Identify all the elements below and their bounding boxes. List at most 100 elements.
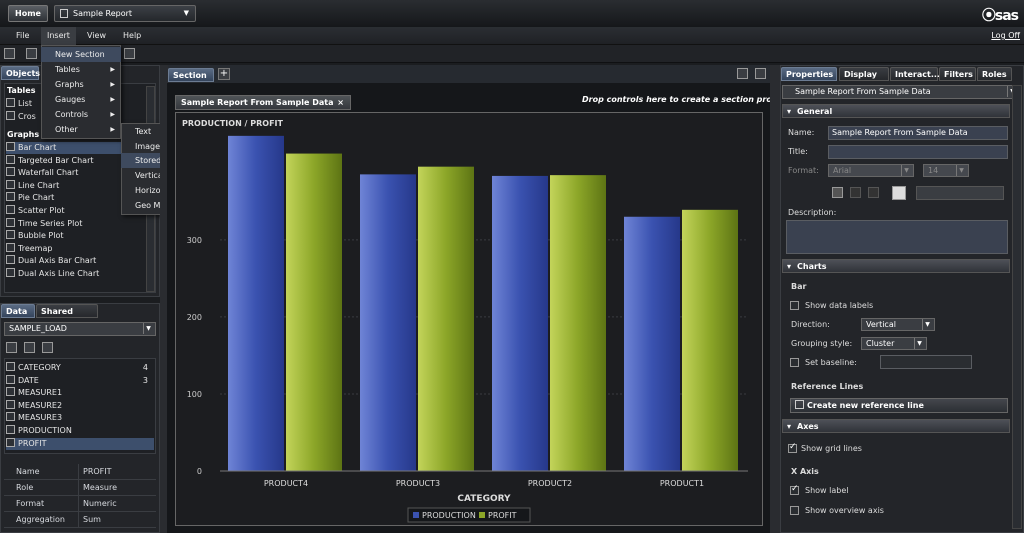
property-row: Role Measure [4, 480, 156, 496]
chart-type-icon [6, 179, 15, 189]
tab-shared-rules[interactable]: Shared Rules [36, 304, 98, 330]
bold-icon[interactable] [832, 187, 843, 198]
color-picker-icon[interactable] [892, 186, 906, 200]
bar-profit [550, 175, 606, 471]
list-item[interactable]: Cros [6, 111, 36, 123]
underline-icon[interactable] [868, 187, 879, 198]
sas-logo: ⦿sas [981, 8, 1019, 24]
open-icon[interactable] [26, 48, 37, 59]
insert-menu-item[interactable]: Controls ▶ [41, 107, 121, 122]
data-item[interactable]: CATEGORY 4 [6, 362, 154, 374]
property-key: Format [16, 499, 45, 508]
title-field[interactable] [828, 145, 1008, 159]
data-item[interactable]: MEASURE2 [6, 399, 154, 412]
create-reference-line-button[interactable]: Create new reference line [790, 398, 1008, 413]
section-charts[interactable]: Charts [782, 259, 1010, 274]
baseline-field[interactable] [880, 355, 972, 369]
alignment-buttons[interactable] [916, 186, 1004, 200]
property-value[interactable]: PROFIT [78, 464, 156, 480]
size-select[interactable]: 14 ▼ [923, 164, 969, 177]
insert-menu-item[interactable]: Other ▶ [41, 122, 121, 137]
show-overview-axis-label: Show overview axis [805, 506, 884, 515]
show-data-labels-checkbox[interactable] [790, 301, 799, 310]
tab-interactions[interactable]: Interact... [890, 67, 940, 81]
insert-menu-item[interactable]: Graphs ▶ [41, 77, 121, 92]
list-item[interactable]: Bubble Plot [6, 230, 144, 242]
layout-icon[interactable] [737, 68, 748, 79]
baseline-checkbox[interactable] [790, 358, 799, 367]
property-value[interactable]: Measure [78, 480, 156, 496]
menu-file[interactable]: File [10, 27, 35, 45]
data-item[interactable]: PRODUCTION [6, 425, 154, 437]
object-select[interactable]: Sample Report From Sample Data▼ [782, 85, 1020, 99]
properties-scrollbar[interactable] [1012, 85, 1022, 529]
list-item[interactable]: Treemap [6, 242, 144, 255]
home-button[interactable]: Home [8, 5, 48, 22]
report-selector[interactable]: Sample Report ▼ [54, 5, 196, 22]
property-value[interactable]: Numeric [78, 496, 156, 512]
show-grid-lines-checkbox[interactable] [788, 442, 797, 453]
name-field[interactable]: Sample Report From Sample Data [828, 126, 1008, 140]
chevron-right-icon: ▶ [110, 126, 115, 133]
property-value[interactable]: Sum [78, 512, 156, 528]
refresh-icon[interactable] [24, 342, 35, 353]
insert-menu-item[interactable]: Gauges ▶ [41, 92, 121, 107]
description-field[interactable] [786, 220, 1008, 254]
x-tick-label: PRODUCT1 [660, 479, 704, 488]
report-tab[interactable]: Sample Report From Sample Data × [175, 95, 351, 110]
insert-menu-item[interactable]: New Section [41, 47, 121, 62]
name-label: Name: [788, 128, 815, 137]
right-splitter[interactable] [770, 65, 780, 533]
menu-view[interactable]: View [81, 27, 112, 45]
new-icon[interactable] [4, 48, 15, 59]
menu-help[interactable]: Help [117, 27, 147, 45]
list-item[interactable]: List [6, 98, 32, 110]
expand-icon[interactable] [755, 68, 766, 79]
show-overview-axis-checkbox[interactable] [790, 506, 799, 515]
grouping-select[interactable]: Cluster ▼ [861, 337, 927, 350]
toolbar-icon[interactable] [124, 48, 135, 59]
menu-insert[interactable]: Insert [41, 27, 76, 45]
section-axes[interactable]: Axes [782, 419, 1010, 434]
format-label: Format: [788, 166, 819, 175]
chart-type-icon [6, 167, 15, 177]
chevron-down-icon: ▼ [143, 323, 153, 334]
font-select[interactable]: Arial ▼ [828, 164, 914, 177]
italic-icon[interactable] [850, 187, 861, 198]
insert-menu-item[interactable]: Tables ▶ [41, 62, 121, 77]
data-source-select[interactable]: SAMPLE_LOAD ▼ [4, 322, 156, 336]
logoff-link[interactable]: Log Off [991, 27, 1020, 45]
data-item[interactable]: DATE 3 [6, 374, 154, 387]
show-label-checkbox[interactable] [790, 484, 799, 495]
tab-filters[interactable]: Filters [939, 67, 976, 81]
data-item[interactable]: PROFIT [6, 437, 154, 450]
tab-data[interactable]: Data [1, 304, 35, 318]
close-icon[interactable]: × [337, 96, 344, 109]
list-item-label: Cros [18, 112, 36, 121]
tab-objects[interactable]: Objects [1, 66, 40, 80]
list-item[interactable]: Dual Axis Line Chart [6, 268, 144, 280]
tab-display[interactable]: Display ... [839, 67, 889, 93]
delete-icon[interactable] [42, 342, 53, 353]
data-item[interactable]: MEASURE1 [6, 387, 154, 399]
object-select-label: Sample Report From Sample Data [795, 87, 931, 96]
chevron-down-icon: ▼ [914, 338, 924, 349]
legend-label: PRODUCTION [422, 511, 476, 520]
add-section-icon[interactable]: + [218, 68, 230, 80]
logo-text: sas [994, 8, 1019, 24]
chart-type-icon [6, 142, 15, 151]
add-data-icon[interactable] [6, 342, 17, 353]
direction-select[interactable]: Vertical ▼ [861, 318, 935, 331]
tab-roles[interactable]: Roles [977, 67, 1012, 81]
chart-type-icon [6, 192, 15, 202]
section-general[interactable]: General [782, 104, 1010, 119]
data-item[interactable]: MEASURE3 [6, 412, 154, 424]
list-item[interactable]: Time Series Plot [6, 217, 144, 230]
tab-section-1[interactable]: Section 1 [168, 68, 214, 94]
tab-properties[interactable]: Properties × [781, 67, 837, 93]
data-item-icon [6, 412, 15, 422]
list-item[interactable]: Dual Axis Bar Chart [6, 255, 144, 267]
x-axis-heading: X Axis [791, 467, 819, 476]
data-item-label: MEASURE2 [18, 400, 63, 410]
data-item-label: CATEGORY [18, 363, 61, 372]
